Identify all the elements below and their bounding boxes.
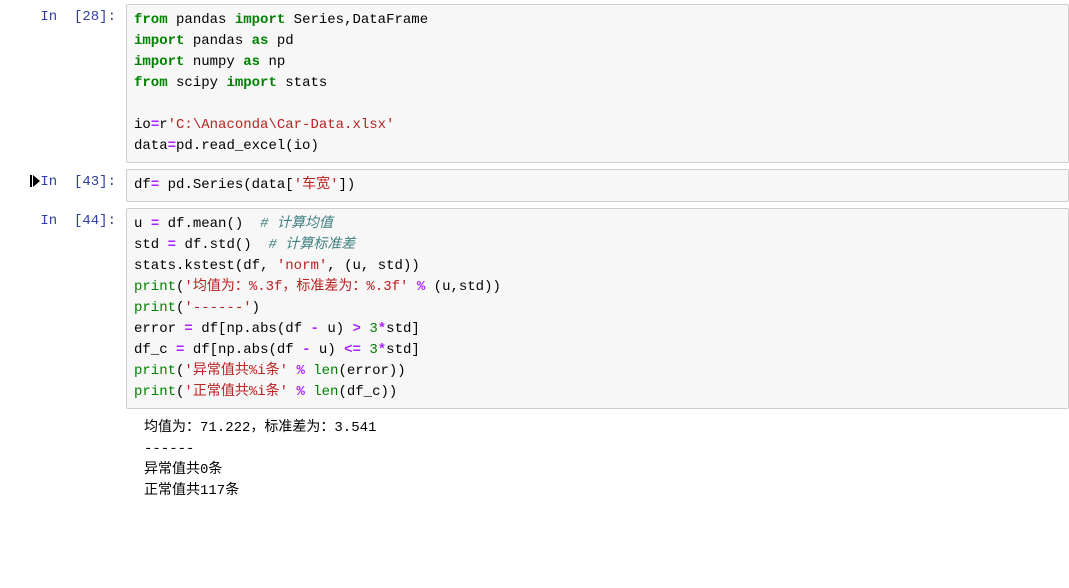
output-cell: 均值为：71.222，标准差为：3.541 ------ 异常值共0条 正常值共… <box>0 413 1069 507</box>
run-cell-icon <box>26 213 40 214</box>
code-content[interactable]: u = df.mean() # 计算均值 std = df.std() # 计算… <box>134 214 1061 403</box>
code-input[interactable]: u = df.mean() # 计算均值 std = df.std() # 计算… <box>126 208 1069 409</box>
code-cell: In [28]: from pandas import Series,DataFr… <box>0 2 1069 165</box>
output-text: 均值为：71.222，标准差为：3.541 ------ 异常值共0条 正常值共… <box>126 413 1069 507</box>
code-cell: In [44]: u = df.mean() # 计算均值 std = df.st… <box>0 206 1069 411</box>
code-cell: In [43]: df= pd.Series(data['车宽']) <box>0 167 1069 204</box>
input-prompt: In [44]: <box>40 213 120 229</box>
run-cell-icon[interactable] <box>26 174 40 191</box>
code-input[interactable]: df= pd.Series(data['车宽']) <box>126 169 1069 202</box>
output-prompt-spacer <box>0 413 126 507</box>
prompt-area: In [44]: <box>0 208 126 229</box>
code-content[interactable]: from pandas import Series,DataFrame impo… <box>134 10 1061 157</box>
code-input[interactable]: from pandas import Series,DataFrame impo… <box>126 4 1069 163</box>
run-cell-icon <box>26 9 40 10</box>
input-prompt: In [43]: <box>40 174 120 190</box>
code-content[interactable]: df= pd.Series(data['车宽']) <box>134 175 1061 196</box>
input-prompt: In [28]: <box>40 9 120 25</box>
prompt-area: In [28]: <box>0 4 126 25</box>
notebook-container: In [28]: from pandas import Series,DataFr… <box>0 2 1069 507</box>
prompt-area: In [43]: <box>0 169 126 191</box>
